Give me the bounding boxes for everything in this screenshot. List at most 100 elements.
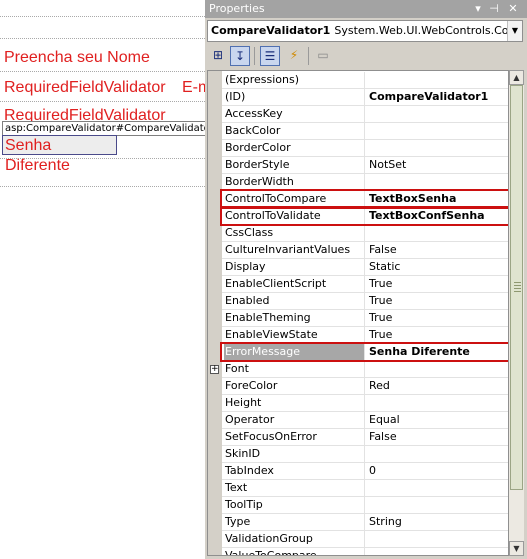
property-value[interactable]: NotSet xyxy=(369,157,406,173)
property-grid[interactable]: (Expressions) (ID) CompareValidator1 Access… xyxy=(207,70,509,556)
property-value[interactable]: String xyxy=(369,514,402,530)
property-row[interactable]: Enabled True xyxy=(222,293,508,310)
toolbar-separator xyxy=(308,47,309,65)
property-name: EnableTheming xyxy=(224,310,365,326)
property-value[interactable]: Static xyxy=(369,259,400,275)
property-row[interactable]: BackColor xyxy=(222,123,508,140)
property-name: ValidationGroup xyxy=(224,531,365,547)
window-title: Properties xyxy=(209,2,265,15)
property-name: BackColor xyxy=(224,123,365,139)
property-name: EnableViewState xyxy=(224,327,365,343)
property-name: Type xyxy=(224,514,365,530)
properties-toolbar: ⊞ ↧ ☰ ⚡ ▭ xyxy=(205,44,527,68)
property-value[interactable]: True xyxy=(369,327,392,343)
property-name: Height xyxy=(224,395,365,411)
property-row[interactable]: (ID) CompareValidator1 xyxy=(222,89,508,106)
property-name: SkinID xyxy=(224,446,365,462)
property-row[interactable]: BorderStyle NotSet xyxy=(222,157,508,174)
object-selector[interactable]: CompareValidator1 System.Web.UI.WebContro… xyxy=(207,20,523,42)
property-name: CssClass xyxy=(224,225,365,241)
property-row[interactable]: Operator Equal xyxy=(222,412,508,429)
property-row[interactable]: SkinID xyxy=(222,446,508,463)
property-name: ValueToCompare xyxy=(224,548,365,555)
property-value[interactable]: False xyxy=(369,242,397,258)
property-row[interactable]: Text xyxy=(222,480,508,497)
property-name: AccessKey xyxy=(224,106,365,122)
scroll-up-icon[interactable]: ▲ xyxy=(509,70,524,85)
control-tag-label: asp:CompareValidator#CompareValidator1 xyxy=(2,121,205,136)
events-lightning-icon[interactable]: ⚡ xyxy=(284,46,304,66)
property-row[interactable]: CultureInvariantValues False xyxy=(222,242,508,259)
property-name: Enabled xyxy=(224,293,365,309)
property-row[interactable]: ForeColor Red xyxy=(222,378,508,395)
properties-window: Properties ▾ ⊣ ✕ CompareValidator1 System… xyxy=(205,0,527,559)
expand-plus-icon[interactable]: + xyxy=(210,365,219,374)
pin-icon[interactable]: ⊣ xyxy=(487,2,501,16)
property-row[interactable]: EnableTheming True xyxy=(222,310,508,327)
property-value[interactable]: 0 xyxy=(369,463,376,479)
property-name: BorderColor xyxy=(224,140,365,156)
property-value[interactable]: True xyxy=(369,276,392,292)
property-name: Text xyxy=(224,480,365,496)
scroll-down-icon[interactable]: ▼ xyxy=(509,541,524,556)
close-icon[interactable]: ✕ xyxy=(506,2,520,16)
property-value[interactable]: CompareValidator1 xyxy=(369,89,488,105)
property-name: EnableClientScript xyxy=(224,276,365,292)
property-pages-icon[interactable]: ▭ xyxy=(313,46,333,66)
scroll-thumb[interactable] xyxy=(510,85,523,490)
compare-validator-control[interactable]: Senha Diferente xyxy=(2,135,117,174)
property-name: (Expressions) xyxy=(224,72,365,88)
property-name: Operator xyxy=(224,412,365,428)
categorized-icon[interactable]: ⊞ xyxy=(208,46,228,66)
property-value[interactable]: Equal xyxy=(369,412,400,428)
property-row[interactable]: ToolTip xyxy=(222,497,508,514)
property-name: Display xyxy=(224,259,365,275)
property-row[interactable]: ValueToCompare xyxy=(222,548,508,555)
row-divider xyxy=(0,186,205,187)
property-value[interactable]: True xyxy=(369,293,392,309)
property-row[interactable]: EnableClientScript True xyxy=(222,276,508,293)
property-row[interactable]: CssClass xyxy=(222,225,508,242)
property-row[interactable]: Height xyxy=(222,395,508,412)
name-prompt-label[interactable]: Preencha seu Nome xyxy=(4,49,150,67)
property-row[interactable]: BorderColor xyxy=(222,140,508,157)
property-row[interactable]: Type String xyxy=(222,514,508,531)
dropdown-arrow-icon[interactable]: ▾ xyxy=(471,2,485,16)
highlight-error-message xyxy=(220,342,508,362)
object-name: CompareValidator1 xyxy=(211,24,331,37)
row-divider xyxy=(0,71,205,72)
property-value[interactable]: Red xyxy=(369,378,390,394)
row-divider xyxy=(0,101,205,102)
property-name: BorderWidth xyxy=(224,174,365,190)
vertical-scrollbar[interactable]: ▲ ▼ xyxy=(509,70,524,556)
required-field-validator[interactable]: RequiredFieldValidator xyxy=(4,79,166,97)
property-name: BorderStyle xyxy=(224,157,365,173)
highlight-control-to-validate xyxy=(220,206,508,226)
property-row[interactable]: AccessKey xyxy=(222,106,508,123)
property-row[interactable]: (Expressions) xyxy=(222,72,508,89)
property-row[interactable]: ValidationGroup xyxy=(222,531,508,548)
design-surface[interactable]: Preencha seu Nome RequiredFieldValidator… xyxy=(0,0,205,559)
chevron-down-icon[interactable]: ▼ xyxy=(507,21,522,41)
property-name: ForeColor xyxy=(224,378,365,394)
property-value[interactable]: False xyxy=(369,429,397,445)
row-divider xyxy=(0,38,205,39)
row-divider xyxy=(0,16,205,17)
properties-view-icon[interactable]: ☰ xyxy=(260,46,280,66)
email-label[interactable]: E-m xyxy=(182,79,205,97)
toolbar-separator xyxy=(254,47,255,65)
property-name: SetFocusOnError xyxy=(224,429,365,445)
row-divider xyxy=(0,158,205,159)
property-row[interactable]: Display Static xyxy=(222,259,508,276)
property-row[interactable]: SetFocusOnError False xyxy=(222,429,508,446)
property-row[interactable]: Font xyxy=(222,361,508,378)
property-row[interactable]: TabIndex 0 xyxy=(222,463,508,480)
property-name: TabIndex xyxy=(224,463,365,479)
alphabetical-sort-icon[interactable]: ↧ xyxy=(230,46,250,66)
property-name: ToolTip xyxy=(224,497,365,513)
grid-gutter xyxy=(208,71,222,555)
properties-titlebar: Properties ▾ ⊣ ✕ xyxy=(205,0,527,18)
property-value[interactable]: True xyxy=(369,310,392,326)
object-type: System.Web.UI.WebControls.CompareValidat… xyxy=(334,24,522,37)
property-name: (ID) xyxy=(224,89,365,105)
